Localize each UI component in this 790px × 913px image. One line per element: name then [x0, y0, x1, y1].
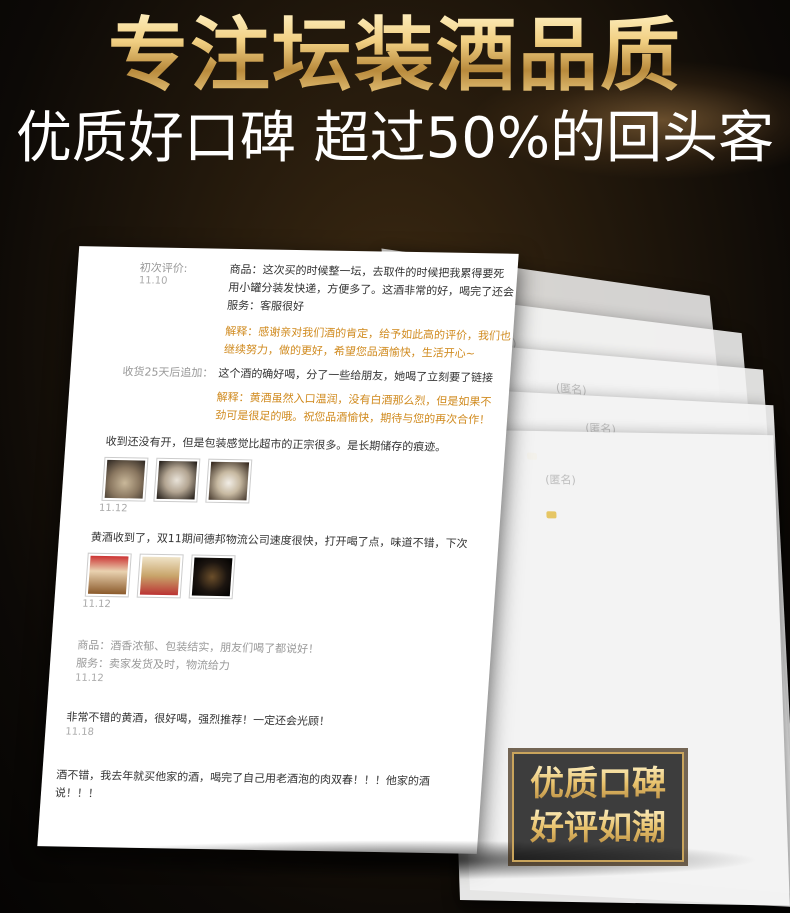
review-photo-jar[interactable]	[153, 457, 201, 503]
review-service: 服务：客服很好	[226, 298, 305, 314]
seller-reply: 解释：黄酒虽然入口温润，没有白酒那么烈，但是如果不	[216, 390, 492, 409]
rating-mark	[546, 511, 557, 519]
review-date: 11.18	[64, 726, 95, 739]
review-product: 商品：这次买的时候整一坛，去取件的时候把我累得要死	[229, 262, 505, 281]
review-label: 初次评价:	[139, 261, 188, 276]
review-photo-jar[interactable]	[205, 458, 253, 504]
review-photo-bottle[interactable]	[84, 552, 132, 598]
quality-badge: 优质口碑 好评如潮	[512, 752, 684, 862]
review-date: 11.12	[81, 598, 112, 611]
badge-line-1: 优质口碑	[514, 762, 682, 806]
review-text: 黄酒收到了，双11期间德邦物流公司速度很快，打开喝了点，味道不错，下次	[90, 530, 468, 551]
review-page: 初次评价: 11.10 商品：这次买的时候整一坛，去取件的时候把我累得要死 用小…	[37, 246, 519, 854]
followup-label: 收货25天后追加：	[122, 365, 214, 380]
review-date: 11.10	[138, 275, 168, 287]
seller-reply-cont: 劲可是很足的哦。祝您品酒愉快，期待与您的再次合作！	[214, 408, 491, 427]
review-date: 11.12	[74, 672, 105, 685]
headline: 专注坛装酒品质	[0, 8, 790, 104]
review-text: 收到还没有开，但是包装感觉比超市的正宗很多。是长期储存的痕迹。	[105, 434, 447, 454]
anon-label: (匿名)	[545, 473, 577, 487]
review-text: 酒不错，我去年就买他家的酒，喝完了自己用老酒泡的肉双春！！！他家的酒	[55, 768, 431, 788]
review-text-cont: 说！！！	[54, 786, 100, 801]
review-photo-bowl[interactable]	[188, 554, 236, 600]
review-photo-jar[interactable]	[101, 456, 149, 502]
subheadline: 优质好口碑 超过50%的回头客	[15, 106, 775, 171]
review-product: 商品：酒香浓郁、包装结实，朋友们喝了都说好！	[76, 638, 320, 656]
review-photo-bottle[interactable]	[136, 553, 184, 599]
seller-reply-cont: 继续努力，做的更好，希望您品酒愉快，生活开心~	[223, 342, 476, 361]
review-text: 非常不错的黄酒，很好喝，强烈推荐！一定还会光顾！	[65, 710, 331, 729]
review-service: 服务：卖家发货及时，物流给力	[75, 656, 231, 673]
followup-text: 这个酒的确好喝，分了一些给朋友，她喝了立刻要了链接	[217, 366, 494, 385]
badge-line-2: 好评如潮	[514, 806, 682, 850]
review-date: 11.12	[98, 502, 128, 515]
